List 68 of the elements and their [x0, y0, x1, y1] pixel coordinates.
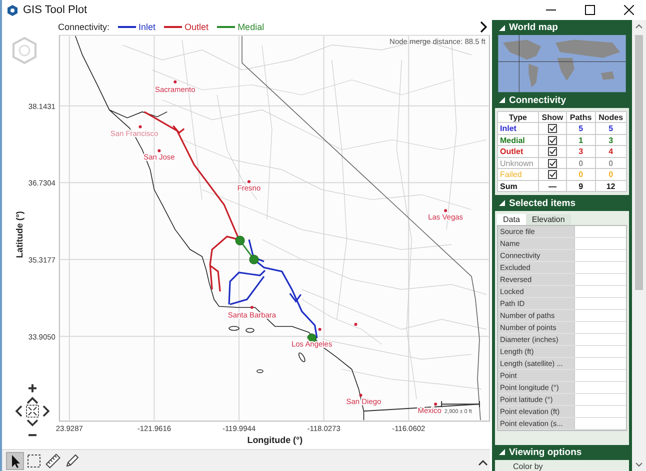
pan-down-icon[interactable] — [26, 419, 38, 426]
table-cell: 0 — [566, 168, 596, 180]
place-marker — [354, 322, 358, 326]
column-header: Type — [498, 111, 538, 123]
table-cell: 0 — [566, 157, 596, 169]
world-map-drawing[interactable] — [495, 35, 629, 92]
table-cell: 3 — [595, 134, 626, 146]
zoom-in-icon[interactable] — [27, 383, 38, 394]
place-marker — [248, 180, 250, 184]
place-marker — [138, 125, 142, 128]
scrollbar-thumb[interactable] — [635, 35, 643, 290]
place-marker — [318, 328, 322, 331]
place-marker — [444, 209, 448, 212]
legend-label: Connectivity: — [58, 22, 110, 32]
fit-view-icon[interactable] — [26, 404, 39, 418]
logo-icon — [12, 36, 36, 64]
window-title: GIS Tool Plot — [23, 4, 88, 16]
checkbox[interactable] — [548, 136, 557, 145]
tab[interactable]: Elevation — [526, 214, 571, 225]
table-cell: 9 — [566, 180, 596, 192]
table-cell: 0 — [595, 157, 626, 169]
pan-right-icon[interactable] — [42, 406, 50, 417]
table-cell: 3 — [566, 146, 596, 158]
place-marker — [174, 80, 177, 84]
checkbox[interactable] — [548, 158, 557, 168]
pencil-icon — [64, 452, 80, 469]
table-cell: 12 — [595, 180, 626, 192]
type-cell: Outlet — [498, 146, 538, 158]
type-cell: Sum — [498, 180, 538, 192]
scale-bar — [441, 400, 480, 408]
pan-left-icon[interactable] — [15, 406, 22, 417]
type-cell: Failed — [498, 168, 538, 180]
table-cell: 0 — [595, 168, 626, 180]
route-line[interactable] — [228, 238, 318, 340]
pointer-tool-button[interactable] — [6, 452, 24, 470]
maximize-icon — [585, 5, 595, 15]
app-icon — [7, 4, 18, 16]
checkbox[interactable] — [548, 124, 557, 134]
table-cell: — — [538, 180, 566, 192]
legend-label: Inlet — [138, 22, 156, 32]
legend-label: Outlet — [184, 22, 209, 32]
checkbox[interactable] — [548, 170, 557, 180]
node-marker[interactable] — [249, 254, 259, 264]
column-header: Nodes — [595, 111, 626, 123]
type-cell: Inlet — [498, 122, 538, 134]
type-cell: Medial — [498, 134, 538, 146]
type-cell: Unknown — [498, 157, 538, 169]
collapse-panel-button[interactable] — [480, 20, 490, 34]
node-marker[interactable] — [235, 236, 245, 246]
zoom-out-icon[interactable] — [28, 434, 36, 436]
table-cell: 1 — [566, 134, 596, 146]
close-icon — [624, 5, 634, 15]
place-marker — [158, 149, 161, 152]
axis-label: Longitude (°) — [247, 435, 303, 446]
place-marker — [250, 306, 254, 309]
column-header: Show — [538, 111, 566, 123]
place-marker — [359, 394, 362, 397]
pan-up-icon[interactable] — [26, 396, 38, 404]
table-cell: 5 — [595, 122, 626, 134]
option-label: Color by — [512, 461, 544, 471]
tab[interactable]: Data — [497, 214, 526, 225]
column-header: Paths — [566, 111, 596, 123]
table-cell: 5 — [566, 122, 596, 134]
legend-label: Medial — [238, 22, 264, 32]
axis-label: Latitude (°) — [14, 211, 24, 258]
place-marker — [434, 402, 438, 406]
table-cell: 4 — [595, 146, 626, 158]
checkbox[interactable] — [548, 147, 557, 156]
